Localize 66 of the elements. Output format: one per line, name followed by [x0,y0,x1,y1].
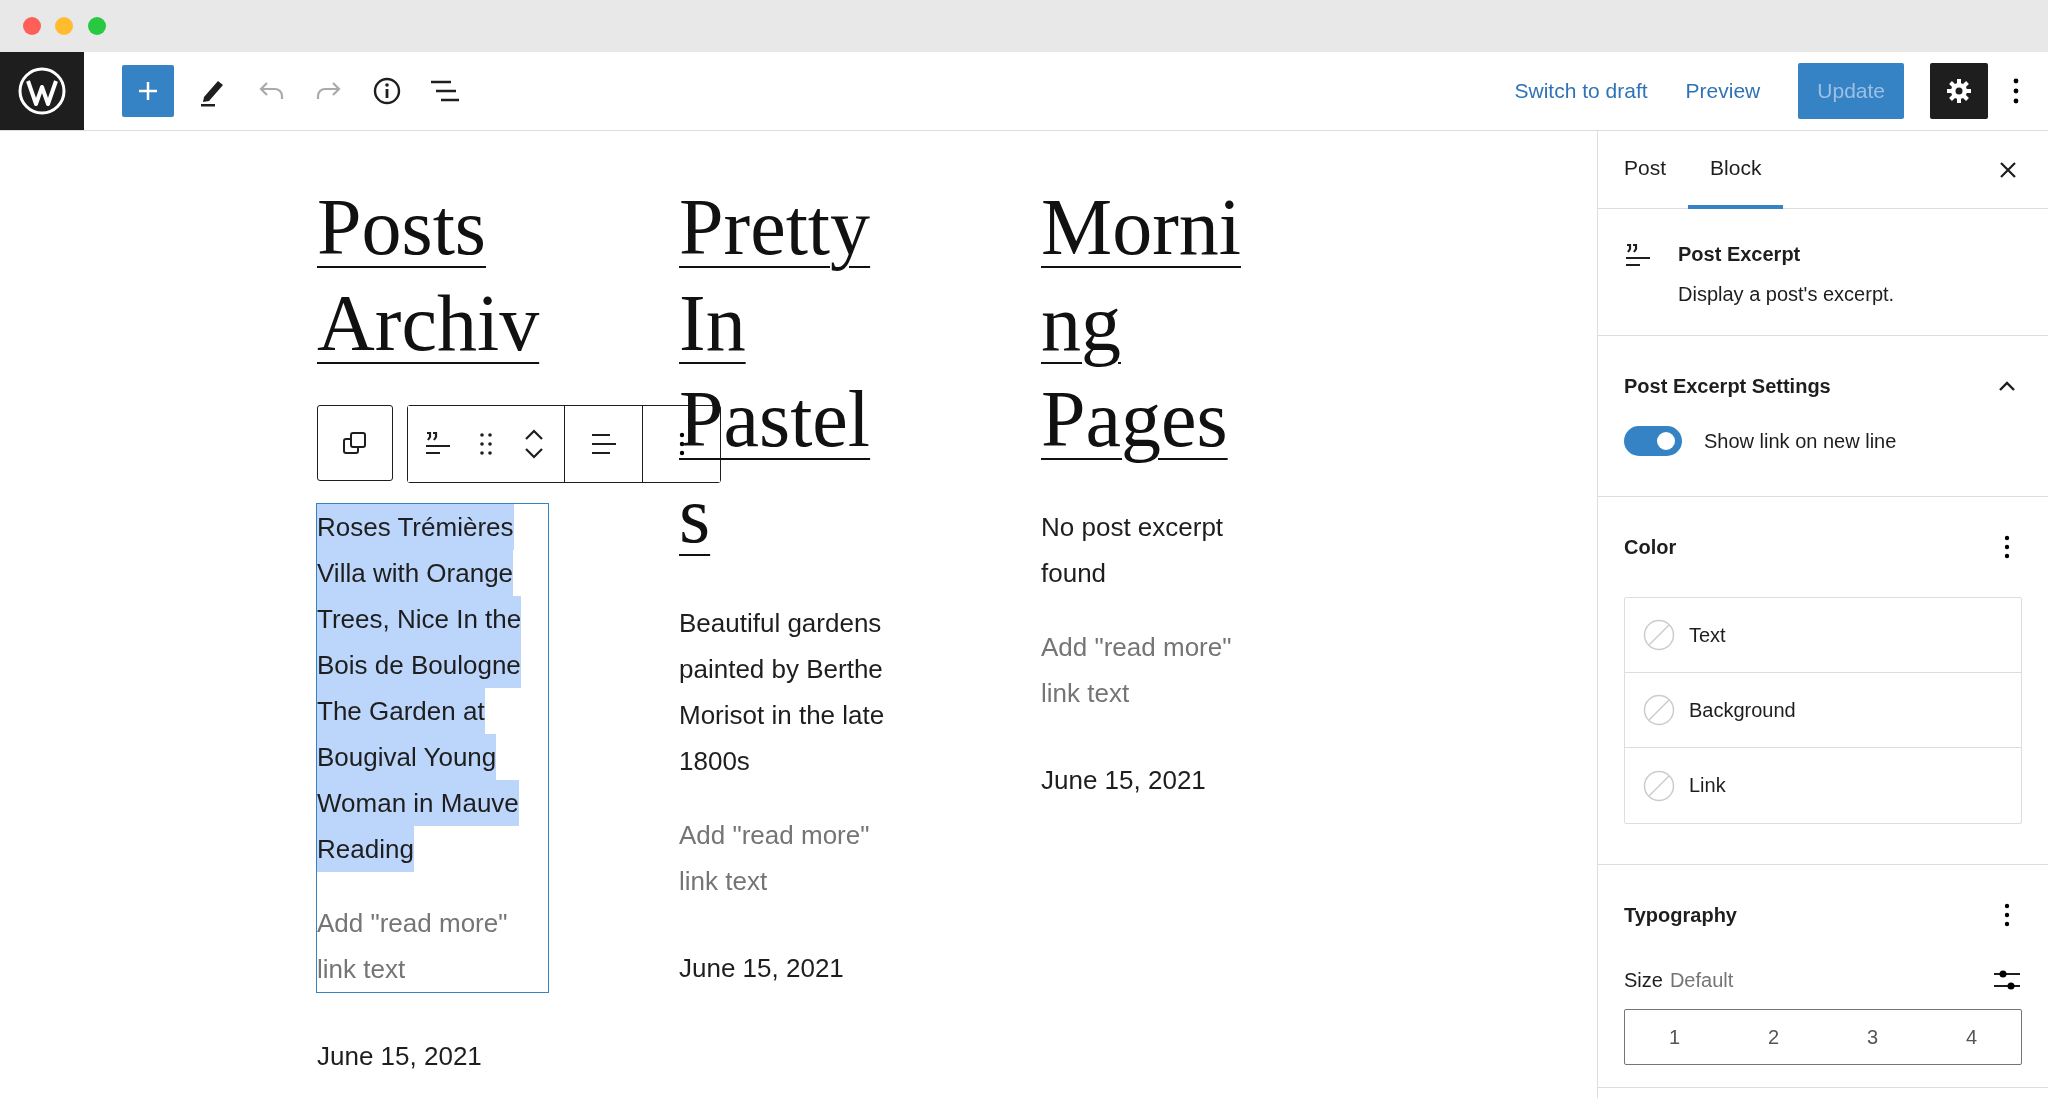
plus-icon [136,79,160,103]
sidebar-tab[interactable]: Block [1688,131,1784,209]
chevron-up-icon [524,429,544,441]
empty-swatch-icon [1643,619,1675,651]
settings-button[interactable] [1930,63,1988,119]
post-title-link[interactable]: ng [1041,275,1121,371]
overlapping-squares-icon [342,430,368,456]
drag-handle-icon [480,433,492,455]
info-icon [372,76,402,106]
color-option[interactable]: Background [1625,673,2021,748]
quote-lines-icon [1624,243,1652,269]
block-name: Post Excerpt [1678,242,1802,267]
excerpt-block[interactable]: Beautiful gardens painted by Berthe Morisot in the late 1800s Add "read more" link text [678,599,911,905]
panel-title: Typography [1624,903,1737,927]
size-option[interactable]: 3 [1823,1010,1922,1064]
empty-swatch-icon [1643,769,1675,802]
quote-lines-icon [424,431,452,457]
header-link[interactable]: Preview [1685,67,1761,115]
post-excerpt: Beautiful gardens painted by Berthe Morisot in the late 1800s [679,607,886,778]
more-icon [2004,903,2010,927]
more-icon [2013,78,2019,104]
size-option[interactable]: 2 [1724,1010,1823,1064]
size-option[interactable]: 1 [1625,1010,1724,1064]
sidebar-tab[interactable]: Post [1602,131,1689,209]
more-icon [2004,535,2010,559]
read-more-placeholder[interactable]: Add "read more" link text [317,900,548,992]
read-more-placeholder[interactable]: Add "read more" link text [1041,624,1272,716]
chevron-down-icon [524,447,544,459]
color-option[interactable]: Link [1625,748,2021,823]
post-title-link[interactable]: Morni [1041,179,1241,275]
post-title-link[interactable]: In [679,275,746,371]
toggle-switch[interactable] [1624,426,1682,456]
toggle-label: Show link on new line [1704,429,1897,453]
sliders-icon [1993,968,2021,992]
select-parent-button[interactable] [317,405,393,481]
panel-title: Color [1624,535,1677,559]
post-date: June 15, 2021 [317,1040,483,1073]
post-date: June 15, 2021 [1041,764,1207,797]
post-title-link[interactable]: Pretty [679,179,871,275]
align-left-icon [589,432,618,456]
post-excerpt: No post excerpt found [1041,511,1225,590]
logo-button[interactable] [0,52,84,130]
post-title-link[interactable]: s [679,467,711,563]
size-value: Default [1669,968,1734,992]
move-up-button[interactable] [524,429,544,441]
color-option[interactable]: Text [1625,598,2021,673]
move-down-button[interactable] [524,447,544,459]
chevron-up-icon [1998,380,2016,392]
logo-icon [17,66,67,116]
list-view-icon [429,79,461,103]
close-icon [1999,160,2017,179]
header-link[interactable]: Switch to draft [1514,67,1648,115]
post-date: June 15, 2021 [679,952,845,985]
post-title-link[interactable]: Posts [317,179,486,275]
post-title-link[interactable]: Pages [1041,371,1228,467]
excerpt-block[interactable]: No post excerpt found Add "read more" link text [1040,503,1273,717]
settings-icon [1945,77,1973,105]
read-more-placeholder[interactable]: Add "read more" link text [679,812,910,904]
post-title-link[interactable]: Archiv [317,275,540,371]
selected-excerpt-block[interactable]: Roses Trémières Villa with Orange Trees, Nice In the Bois de Boulogne The Garden at Bougival Young Woman in Mauve Reading Add "read more" link text [316,503,549,993]
block-description: Display a post's excerpt. [1678,282,1895,307]
panel-title: Post Excerpt Settings [1624,374,1831,398]
size-label: Size [1624,968,1663,992]
size-option[interactable]: 4 [1922,1010,2021,1064]
add-block-button[interactable] [122,65,174,117]
empty-swatch-icon [1643,694,1675,726]
